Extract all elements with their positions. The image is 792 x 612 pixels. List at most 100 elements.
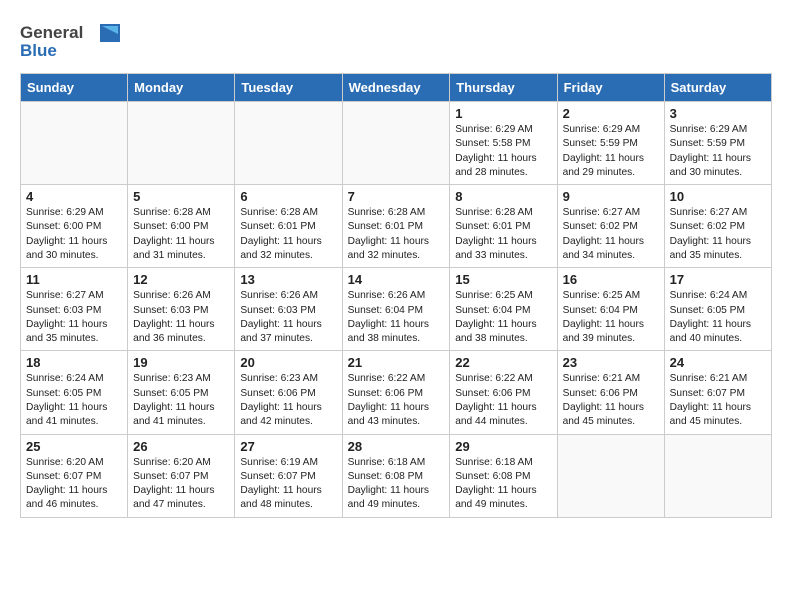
day-info: Sunrise: 6:18 AM Sunset: 6:08 PM Dayligh… bbox=[455, 456, 551, 513]
calendar-week-row: 1 Sunrise: 6:29 AM Sunset: 5:58 PM Daylig… bbox=[21, 102, 772, 185]
calendar-cell: 20 Sunrise: 6:23 AM Sunset: 6:06 PM Dayli… bbox=[235, 351, 342, 434]
day-info: Sunrise: 6:22 AM Sunset: 6:06 PM Dayligh… bbox=[455, 372, 551, 429]
day-info: Sunrise: 6:29 AM Sunset: 5:58 PM Dayligh… bbox=[455, 123, 551, 180]
calendar-cell bbox=[557, 434, 664, 517]
day-info: Sunrise: 6:21 AM Sunset: 6:07 PM Dayligh… bbox=[670, 372, 766, 429]
weekday-header-monday: Monday bbox=[128, 74, 235, 102]
svg-text:General: General bbox=[20, 23, 83, 42]
day-info: Sunrise: 6:29 AM Sunset: 6:00 PM Dayligh… bbox=[26, 206, 122, 263]
day-number: 14 bbox=[348, 272, 445, 287]
calendar-cell: 29 Sunrise: 6:18 AM Sunset: 6:08 PM Dayli… bbox=[450, 434, 557, 517]
day-number: 17 bbox=[670, 272, 766, 287]
day-number: 1 bbox=[455, 106, 551, 121]
day-info: Sunrise: 6:26 AM Sunset: 6:03 PM Dayligh… bbox=[133, 289, 229, 346]
calendar-cell: 16 Sunrise: 6:25 AM Sunset: 6:04 PM Dayli… bbox=[557, 268, 664, 351]
day-number: 10 bbox=[670, 189, 766, 204]
calendar-cell: 17 Sunrise: 6:24 AM Sunset: 6:05 PM Dayli… bbox=[664, 268, 771, 351]
calendar-cell: 9 Sunrise: 6:27 AM Sunset: 6:02 PM Daylig… bbox=[557, 185, 664, 268]
day-info: Sunrise: 6:23 AM Sunset: 6:06 PM Dayligh… bbox=[240, 372, 336, 429]
day-info: Sunrise: 6:25 AM Sunset: 6:04 PM Dayligh… bbox=[563, 289, 659, 346]
day-info: Sunrise: 6:20 AM Sunset: 6:07 PM Dayligh… bbox=[133, 456, 229, 513]
day-number: 25 bbox=[26, 439, 122, 454]
day-number: 20 bbox=[240, 355, 336, 370]
day-number: 21 bbox=[348, 355, 445, 370]
day-info: Sunrise: 6:28 AM Sunset: 6:01 PM Dayligh… bbox=[455, 206, 551, 263]
svg-text:Blue: Blue bbox=[20, 41, 57, 60]
calendar-cell bbox=[342, 102, 450, 185]
weekday-header-friday: Friday bbox=[557, 74, 664, 102]
calendar-cell: 6Sunrise: 6:28 AM Sunset: 6:01 PM Daylig… bbox=[235, 185, 342, 268]
day-number: 7 bbox=[348, 189, 445, 204]
day-info: Sunrise: 6:29 AM Sunset: 5:59 PM Dayligh… bbox=[670, 123, 766, 180]
day-number: 16 bbox=[563, 272, 659, 287]
day-number: 26 bbox=[133, 439, 229, 454]
day-info: Sunrise: 6:21 AM Sunset: 6:06 PM Dayligh… bbox=[563, 372, 659, 429]
calendar-cell: 12Sunrise: 6:26 AM Sunset: 6:03 PM Dayli… bbox=[128, 268, 235, 351]
calendar-week-row: 4Sunrise: 6:29 AM Sunset: 6:00 PM Daylig… bbox=[21, 185, 772, 268]
calendar-cell: 4Sunrise: 6:29 AM Sunset: 6:00 PM Daylig… bbox=[21, 185, 128, 268]
day-number: 27 bbox=[240, 439, 336, 454]
calendar-header-row: SundayMondayTuesdayWednesdayThursdayFrid… bbox=[21, 74, 772, 102]
calendar-week-row: 11 Sunrise: 6:27 AM Sunset: 6:03 PM Dayli… bbox=[21, 268, 772, 351]
day-number: 2 bbox=[563, 106, 659, 121]
day-info: Sunrise: 6:22 AM Sunset: 6:06 PM Dayligh… bbox=[348, 372, 445, 429]
calendar-cell: 7 Sunrise: 6:28 AM Sunset: 6:01 PM Daylig… bbox=[342, 185, 450, 268]
calendar-cell: 8 Sunrise: 6:28 AM Sunset: 6:01 PM Daylig… bbox=[450, 185, 557, 268]
day-number: 23 bbox=[563, 355, 659, 370]
weekday-header-tuesday: Tuesday bbox=[235, 74, 342, 102]
calendar-week-row: 25 Sunrise: 6:20 AM Sunset: 6:07 PM Dayli… bbox=[21, 434, 772, 517]
calendar-cell: 11 Sunrise: 6:27 AM Sunset: 6:03 PM Dayli… bbox=[21, 268, 128, 351]
calendar-cell: 27 Sunrise: 6:19 AM Sunset: 6:07 PM Dayli… bbox=[235, 434, 342, 517]
day-info: Sunrise: 6:23 AM Sunset: 6:05 PM Dayligh… bbox=[133, 372, 229, 429]
calendar-cell: 13 Sunrise: 6:26 AM Sunset: 6:03 PM Dayli… bbox=[235, 268, 342, 351]
day-info: Sunrise: 6:28 AM Sunset: 6:00 PM Dayligh… bbox=[133, 206, 229, 263]
day-info: Sunrise: 6:26 AM Sunset: 6:03 PM Dayligh… bbox=[240, 289, 336, 346]
weekday-header-thursday: Thursday bbox=[450, 74, 557, 102]
logo-text: General Blue bbox=[20, 20, 130, 67]
day-info: Sunrise: 6:26 AM Sunset: 6:04 PM Dayligh… bbox=[348, 289, 445, 346]
calendar-cell: 21 Sunrise: 6:22 AM Sunset: 6:06 PM Dayli… bbox=[342, 351, 450, 434]
calendar-cell: 3 Sunrise: 6:29 AM Sunset: 5:59 PM Daylig… bbox=[664, 102, 771, 185]
day-number: 28 bbox=[348, 439, 445, 454]
day-number: 29 bbox=[455, 439, 551, 454]
day-number: 24 bbox=[670, 355, 766, 370]
day-number: 13 bbox=[240, 272, 336, 287]
calendar-week-row: 18 Sunrise: 6:24 AM Sunset: 6:05 PM Dayli… bbox=[21, 351, 772, 434]
day-number: 15 bbox=[455, 272, 551, 287]
day-info: Sunrise: 6:24 AM Sunset: 6:05 PM Dayligh… bbox=[26, 372, 122, 429]
day-number: 3 bbox=[670, 106, 766, 121]
day-number: 18 bbox=[26, 355, 122, 370]
calendar-cell: 28Sunrise: 6:18 AM Sunset: 6:08 PM Dayli… bbox=[342, 434, 450, 517]
calendar-cell: 23 Sunrise: 6:21 AM Sunset: 6:06 PM Dayli… bbox=[557, 351, 664, 434]
calendar-table: SundayMondayTuesdayWednesdayThursdayFrid… bbox=[20, 73, 772, 518]
day-number: 8 bbox=[455, 189, 551, 204]
calendar-cell: 5 Sunrise: 6:28 AM Sunset: 6:00 PM Daylig… bbox=[128, 185, 235, 268]
weekday-header-sunday: Sunday bbox=[21, 74, 128, 102]
day-info: Sunrise: 6:29 AM Sunset: 5:59 PM Dayligh… bbox=[563, 123, 659, 180]
day-info: Sunrise: 6:28 AM Sunset: 6:01 PM Dayligh… bbox=[348, 206, 445, 263]
calendar-cell bbox=[128, 102, 235, 185]
calendar-cell: 22 Sunrise: 6:22 AM Sunset: 6:06 PM Dayli… bbox=[450, 351, 557, 434]
day-info: Sunrise: 6:27 AM Sunset: 6:02 PM Dayligh… bbox=[670, 206, 766, 263]
calendar-cell bbox=[664, 434, 771, 517]
day-info: Sunrise: 6:19 AM Sunset: 6:07 PM Dayligh… bbox=[240, 456, 336, 513]
day-info: Sunrise: 6:20 AM Sunset: 6:07 PM Dayligh… bbox=[26, 456, 122, 513]
day-info: Sunrise: 6:27 AM Sunset: 6:03 PM Dayligh… bbox=[26, 289, 122, 346]
calendar-cell: 19 Sunrise: 6:23 AM Sunset: 6:05 PM Dayli… bbox=[128, 351, 235, 434]
calendar-cell: 15 Sunrise: 6:25 AM Sunset: 6:04 PM Dayli… bbox=[450, 268, 557, 351]
day-info: Sunrise: 6:24 AM Sunset: 6:05 PM Dayligh… bbox=[670, 289, 766, 346]
calendar-cell: 25 Sunrise: 6:20 AM Sunset: 6:07 PM Dayli… bbox=[21, 434, 128, 517]
day-number: 11 bbox=[26, 272, 122, 287]
calendar-cell: 10 Sunrise: 6:27 AM Sunset: 6:02 PM Dayli… bbox=[664, 185, 771, 268]
day-number: 9 bbox=[563, 189, 659, 204]
day-info: Sunrise: 6:25 AM Sunset: 6:04 PM Dayligh… bbox=[455, 289, 551, 346]
weekday-header-wednesday: Wednesday bbox=[342, 74, 450, 102]
day-number: 19 bbox=[133, 355, 229, 370]
day-number: 5 bbox=[133, 189, 229, 204]
calendar-cell: 18 Sunrise: 6:24 AM Sunset: 6:05 PM Dayli… bbox=[21, 351, 128, 434]
logo: General Blue bbox=[20, 20, 130, 67]
day-info: Sunrise: 6:27 AM Sunset: 6:02 PM Dayligh… bbox=[563, 206, 659, 263]
calendar-cell bbox=[235, 102, 342, 185]
day-number: 22 bbox=[455, 355, 551, 370]
calendar-cell: 2 Sunrise: 6:29 AM Sunset: 5:59 PM Daylig… bbox=[557, 102, 664, 185]
